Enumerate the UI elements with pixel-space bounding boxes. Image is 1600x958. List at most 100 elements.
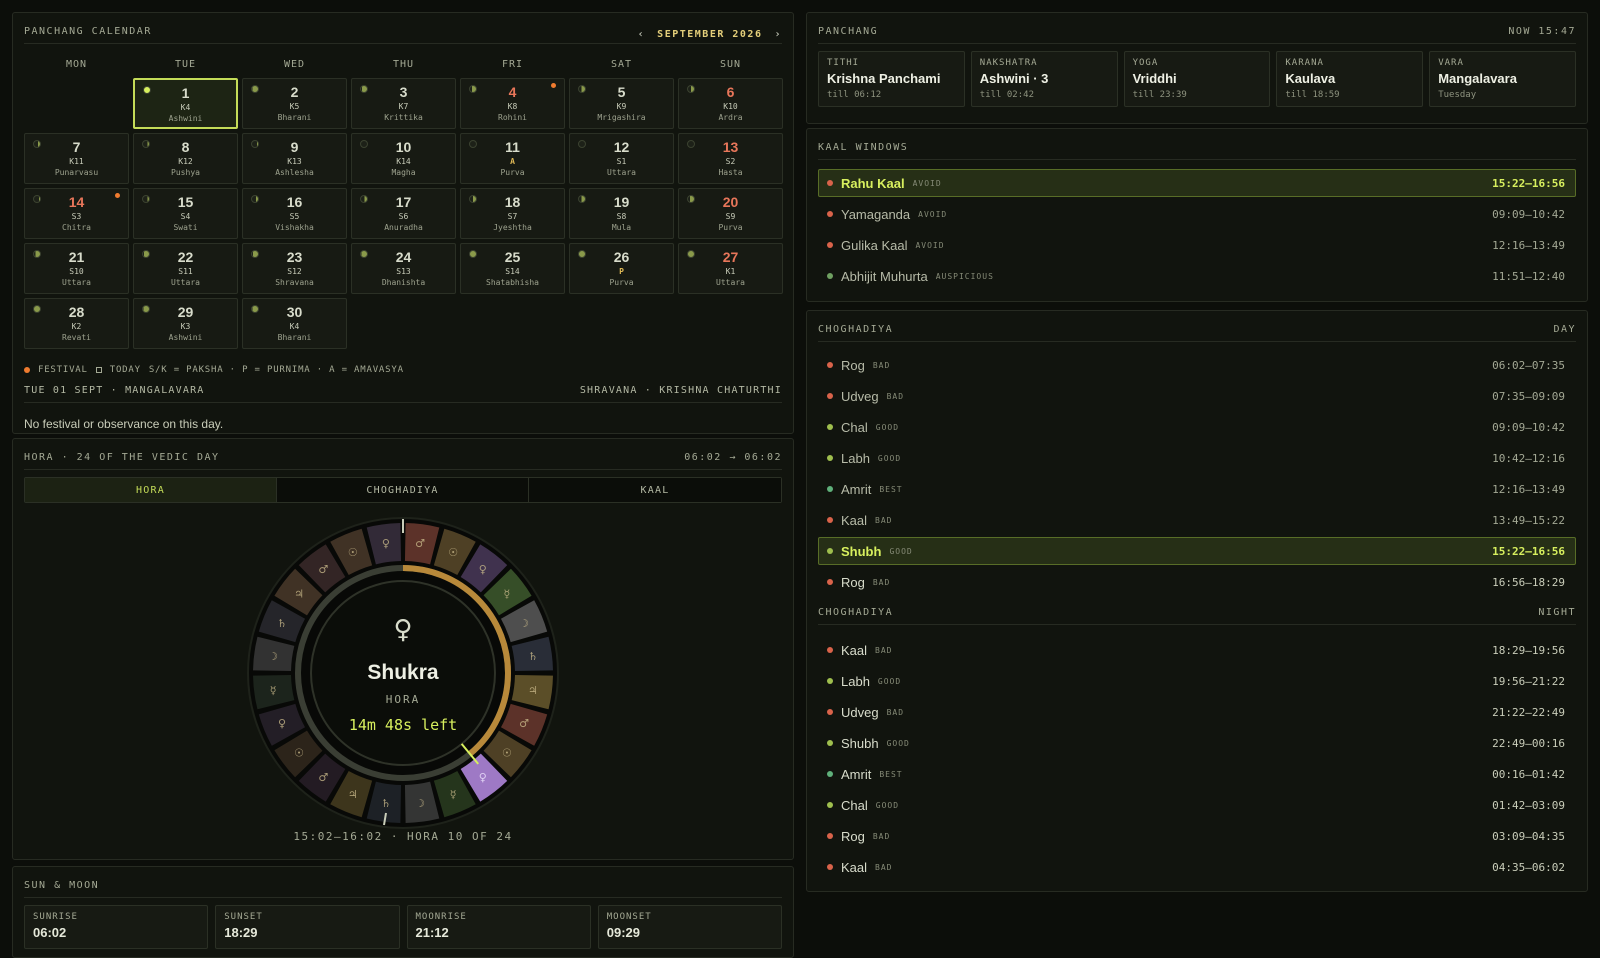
- calendar-day[interactable]: 15 S4 Swati: [133, 188, 238, 239]
- nakshatra-till: till 02:42: [979, 90, 1034, 100]
- moon-phase-icon: [578, 195, 586, 203]
- status-dot-icon: [827, 273, 833, 279]
- calendar-day[interactable]: 26 P Purva: [569, 243, 674, 294]
- row-name: Rahu Kaal: [841, 175, 905, 191]
- row-name: Rog: [841, 357, 865, 373]
- tab-choghadiya[interactable]: CHOGHADIYA: [277, 478, 529, 502]
- status-dot-icon: [827, 833, 833, 839]
- planet-glyph-icon: ♀: [278, 717, 286, 730]
- moon-phase-icon: [360, 140, 368, 148]
- moon-phase-icon: [360, 85, 368, 93]
- chog_day-row[interactable]: Udveg BAD 07:35–09:09: [818, 382, 1576, 410]
- calendar-day[interactable]: 13 S2 Hasta: [678, 133, 783, 184]
- calendar-day[interactable]: 4 K8 Rohini: [460, 78, 565, 129]
- day-tithi: S8: [616, 212, 627, 221]
- calendar-day[interactable]: 2 K5 Bharani: [242, 78, 347, 129]
- row-time: 11:51–12:40: [1492, 269, 1565, 283]
- row-tag: BAD: [875, 862, 893, 872]
- moon-phase-icon: [687, 250, 695, 258]
- tab-kaal[interactable]: KAAL: [529, 478, 781, 502]
- calendar-day[interactable]: 28 K2 Revati: [24, 298, 129, 349]
- calendar-day[interactable]: 18 S7 Jyeshtha: [460, 188, 565, 239]
- row-time: 18:29–19:56: [1492, 643, 1565, 657]
- chog_night-row[interactable]: Kaal BAD 04:35–06:02: [818, 853, 1576, 881]
- weekday-label: FRI: [501, 59, 524, 70]
- calendar-day[interactable]: 7 K11 Punarvasu: [24, 133, 129, 184]
- day-tithi: K4: [180, 103, 191, 112]
- day-tithi: K14: [396, 157, 411, 166]
- hora-remaining: 14m 48s left: [349, 716, 457, 734]
- row-name: Chal: [841, 797, 868, 813]
- row-name: Chal: [841, 419, 868, 435]
- row-name: Labh: [841, 450, 870, 466]
- day-nakshatra: Ashlesha: [275, 168, 314, 177]
- prev-month-button[interactable]: ‹: [638, 29, 646, 40]
- moon-phase-icon: [33, 250, 41, 258]
- status-dot-icon: [827, 486, 833, 492]
- calendar-day[interactable]: 23 S12 Shravana: [242, 243, 347, 294]
- kaal-row[interactable]: Yamaganda AVOID 09:09–10:42: [818, 200, 1576, 228]
- calendar-day[interactable]: 17 S6 Anuradha: [351, 188, 456, 239]
- calendar-day[interactable]: 5 K9 Mrigashira: [569, 78, 674, 129]
- chog_night-row[interactable]: Udveg BAD 21:22–22:49: [818, 698, 1576, 726]
- calendar-day[interactable]: 9 K13 Ashlesha: [242, 133, 347, 184]
- calendar-day[interactable]: 30 K4 Bharani: [242, 298, 347, 349]
- calendar-day[interactable]: 27 K1 Uttara: [678, 243, 783, 294]
- chog_day-row[interactable]: Chal GOOD 09:09–10:42: [818, 413, 1576, 441]
- calendar-day[interactable]: 3 K7 Krittika: [351, 78, 456, 129]
- day-nakshatra: Uttara: [171, 278, 200, 287]
- calendar-day[interactable]: 24 S13 Dhanishta: [351, 243, 456, 294]
- row-tag: GOOD: [875, 422, 900, 432]
- hora-label: HORA: [386, 693, 421, 706]
- moonset-value: 09:29: [606, 925, 640, 940]
- calendar-day[interactable]: 12 S1 Uttara: [569, 133, 674, 184]
- kaal-row[interactable]: Abhijit Muhurta AUSPICIOUS 11:51–12:40: [818, 262, 1576, 290]
- calendar-day[interactable]: 21 S10 Uttara: [24, 243, 129, 294]
- row-tag: BAD: [875, 515, 893, 525]
- chog_night-row[interactable]: Labh GOOD 19:56–21:22: [818, 667, 1576, 695]
- row-time: 09:09–10:42: [1492, 207, 1565, 221]
- calendar-day[interactable]: 14 S3 Chitra: [24, 188, 129, 239]
- calendar-day[interactable]: 16 S5 Vishakha: [242, 188, 347, 239]
- row-label-group: Chal GOOD: [827, 420, 899, 435]
- day-tithi: K5: [289, 102, 300, 111]
- calendar-day[interactable]: 19 S8 Mula: [569, 188, 674, 239]
- calendar-title: PANCHANG CALENDAR: [24, 26, 152, 37]
- chog_day-row[interactable]: Rog BAD 16:56–18:29: [818, 568, 1576, 596]
- calendar-day[interactable]: 8 K12 Pushya: [133, 133, 238, 184]
- chog_night-row[interactable]: Amrit BEST 00:16–01:42: [818, 760, 1576, 788]
- tab-hora[interactable]: HORA: [25, 478, 277, 502]
- chog_night-row[interactable]: Rog BAD 03:09–04:35: [818, 822, 1576, 850]
- row-tag: GOOD: [886, 738, 910, 748]
- row-time: 22:49–00:16: [1492, 736, 1565, 750]
- next-month-button[interactable]: ›: [774, 29, 782, 40]
- chog_day-row[interactable]: Kaal BAD 13:49–15:22: [818, 506, 1576, 534]
- planet-glyph-icon: ♂: [318, 563, 328, 576]
- calendar-day[interactable]: 29 K3 Ashwini: [133, 298, 238, 349]
- nakshatra-label: NAKSHATRA: [979, 58, 1038, 68]
- kaal-row[interactable]: Rahu Kaal AVOID 15:22–16:56: [818, 169, 1576, 197]
- status-dot-icon: [827, 579, 833, 585]
- row-label-group: Chal GOOD: [827, 798, 899, 813]
- chog_night-row[interactable]: Chal GOOD 01:42–03:09: [818, 791, 1576, 819]
- chog_day-row[interactable]: Amrit BEST 12:16–13:49: [818, 475, 1576, 503]
- day-tithi: K1: [725, 267, 736, 276]
- calendar-day[interactable]: 22 S11 Uttara: [133, 243, 238, 294]
- kaal-row[interactable]: Gulika Kaal AVOID 12:16–13:49: [818, 231, 1576, 259]
- status-dot-icon: [827, 362, 833, 368]
- moonrise-box: MOONRISE 21:12: [406, 905, 591, 949]
- calendar-day[interactable]: 10 K14 Magha: [351, 133, 456, 184]
- calendar-day[interactable]: 11 A Purva: [460, 133, 565, 184]
- calendar-day[interactable]: 25 S14 Shatabhisha: [460, 243, 565, 294]
- calendar-day[interactable]: 20 S9 Purva: [678, 188, 783, 239]
- row-name: Gulika Kaal: [841, 237, 908, 253]
- day-tithi: S10: [69, 267, 84, 276]
- calendar-day-today[interactable]: 1 K4 Ashwini: [133, 78, 238, 129]
- chog_day-row[interactable]: Labh GOOD 10:42–12:16: [818, 444, 1576, 472]
- chog_day-row[interactable]: Shubh GOOD 15:22–16:56: [818, 537, 1576, 565]
- chog_night-row[interactable]: Kaal BAD 18:29–19:56: [818, 636, 1576, 664]
- chog_night-row[interactable]: Shubh GOOD 22:49–00:16: [818, 729, 1576, 757]
- calendar-day[interactable]: 6 K10 Ardra: [678, 78, 783, 129]
- planet-glyph-icon: ♀: [479, 563, 487, 576]
- chog_day-row[interactable]: Rog BAD 06:02–07:35: [818, 351, 1576, 379]
